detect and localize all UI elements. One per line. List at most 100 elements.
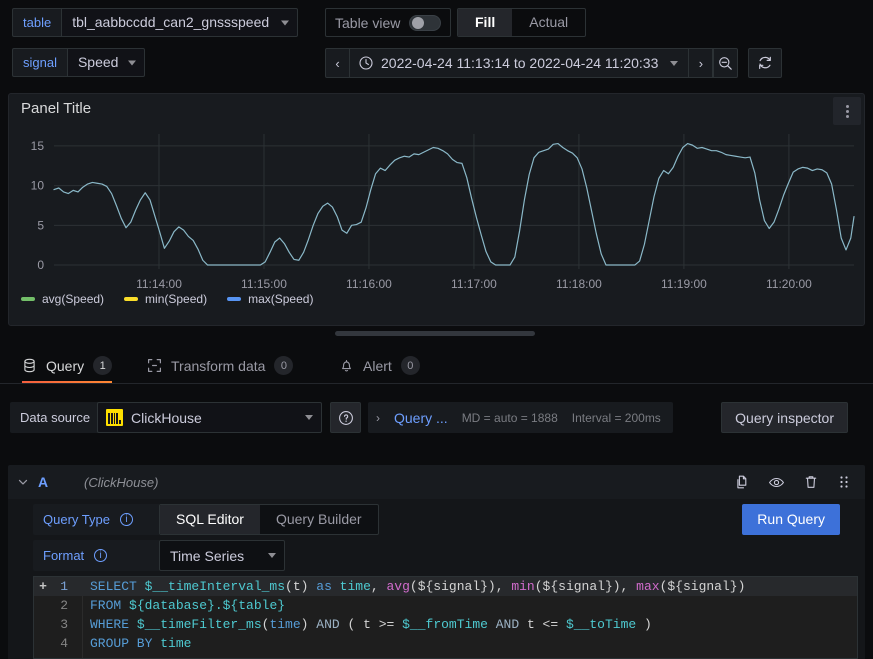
format-label: Format i [33,540,159,571]
time-range-button[interactable]: 2022-04-24 11:13:14 to 2022-04-24 11:20:… [350,48,689,78]
svg-text:11:20:00: 11:20:00 [766,277,812,291]
variable-table-label: table [12,8,62,37]
editor-tabs: Query 1 Transform data 0 Alert 0 [0,348,873,384]
panel-size-option-fill[interactable]: Fill [458,9,513,36]
query-options-label: Query ... [394,409,448,426]
chevron-down-icon [670,60,679,66]
legend-swatch [227,297,242,301]
data-source-help-button[interactable] [330,402,361,433]
interval-value: Interval = 200ms [571,410,661,425]
drag-handle-button[interactable] [837,474,851,490]
svg-text:11:19:00: 11:19:00 [661,277,707,291]
panel-menu-button[interactable] [833,97,861,125]
tabs-divider [0,383,873,384]
svg-text:10: 10 [31,179,45,193]
format-value: Time Series [170,547,245,564]
svg-text:11:16:00: 11:16:00 [346,277,392,291]
chevron-down-icon [281,20,290,25]
variable-table-select[interactable]: tbl_aabbccdd_can2_gnssspeed [61,8,299,37]
svg-text:11:15:00: 11:15:00 [241,277,287,291]
time-shift-forward-button[interactable]: › [688,48,714,78]
format-label-text: Format [43,548,85,563]
query-ref-id[interactable]: A [38,474,84,490]
sql-line-text: WHERE $__timeFilter_ms(time) AND ( t >= … [90,617,652,632]
query-options-row[interactable]: › Query ... MD = auto = 1888 Interval = … [368,402,673,433]
sql-line[interactable]: 4 GROUP BY time [34,634,857,653]
panel-title[interactable]: Panel Title [21,100,91,117]
tab-query[interactable]: Query 1 [22,348,113,383]
fold-marker-icon[interactable]: + [36,577,50,596]
legend-item[interactable]: min(Speed) [124,292,207,306]
variable-signal-select[interactable]: Speed [66,48,145,77]
copy-query-icon [737,475,747,489]
sql-line-text: FROM ${database}.${table} [90,598,286,613]
panel-horizontal-scrollbar[interactable] [335,331,535,336]
data-source-label: Data source [10,402,101,433]
hide-response-button[interactable] [768,474,785,491]
query-type-option-sql-editor[interactable]: SQL Editor [160,505,260,534]
data-source-name: ClickHouse [131,409,202,426]
table-view-toggle[interactable]: Table view [325,8,452,37]
panel-size-radio-group: Fill Actual [457,8,587,37]
remove-query-button[interactable] [803,474,819,490]
query-type-option-query-builder[interactable]: Query Builder [260,505,378,534]
switch-knob [412,16,425,29]
svg-text:5: 5 [37,218,44,232]
query-editor-body: Query Type i SQL Editor Query Builder Fo… [8,499,865,659]
chevron-down-icon [18,479,28,485]
copy-query-button[interactable] [734,474,750,490]
line-number: 3 [60,617,68,632]
sql-line[interactable]: +1 SELECT $__timeInterval_ms(t) as time, … [34,577,857,596]
table-view-switch[interactable] [409,14,442,31]
legend-item[interactable]: avg(Speed) [21,292,104,306]
refresh-dashboard-button[interactable] [748,48,783,78]
run-query-button[interactable]: Run Query [742,504,840,535]
time-range-value: 2022-04-24 11:13:14 to 2022-04-24 11:20:… [381,55,659,71]
chevron-down-icon [305,415,313,420]
zoom-out-icon [719,56,733,70]
panel-size-option-actual[interactable]: Actual [512,9,585,36]
info-icon[interactable]: i [94,549,108,562]
table-view-label: Table view [335,14,401,31]
svg-text:15: 15 [31,139,45,153]
chevron-right-icon: › [376,410,380,425]
legend-swatch [124,297,139,301]
variable-table-value: tbl_aabbccdd_can2_gnssspeed [72,14,270,30]
collapse-query-button[interactable] [8,476,38,488]
info-icon[interactable]: i [119,513,133,526]
legend-item[interactable]: max(Speed) [227,292,313,306]
chevron-down-icon [127,60,136,65]
tab-transform-data-label: Transform data [171,357,266,374]
sql-line[interactable]: 3 WHERE $__timeFilter_ms(time) AND ( t >=… [34,615,857,634]
line-number: 1 [60,579,68,594]
svg-text:11:17:00: 11:17:00 [451,277,497,291]
query-inspector-button[interactable]: Query inspector [721,402,848,433]
query-datasource-note: (ClickHouse) [84,474,159,490]
variable-signal: signal Speed [12,48,145,77]
zoom-out-time-button[interactable] [713,48,739,78]
visualization-panel: Panel Title 0 5 10 15 11:14:00 11:15:00 11:16:… [8,93,865,326]
tab-alert[interactable]: Alert 0 [339,348,420,383]
sql-line[interactable]: 2 FROM ${database}.${table} [34,596,857,615]
sql-code-lines: +1 SELECT $__timeInterval_ms(t) as time, … [34,577,857,653]
chevron-down-icon [268,553,276,558]
line-number: 4 [60,636,68,651]
query-type-field: Query Type i SQL Editor Query Builder [33,504,379,535]
svg-text:0: 0 [37,258,44,272]
time-shift-back-button[interactable]: ‹ [325,48,350,78]
tab-transform-data-badge: 0 [274,356,294,375]
variable-signal-label: signal [12,48,67,77]
refresh-icon [759,56,772,69]
tab-transform-data[interactable]: Transform data 0 [147,348,294,383]
format-field: Format i Time Series [33,540,285,571]
legend-label: avg(Speed) [42,292,105,306]
sql-code-editor[interactable]: +1 SELECT $__timeInterval_ms(t) as time, … [33,576,858,659]
tab-query-badge: 1 [93,356,113,375]
transform-icon [148,359,161,372]
query-row-header: A (ClickHouse) [8,465,865,499]
kebab-menu-icon [845,114,849,118]
format-select[interactable]: Time Series [159,540,285,571]
max-data-points-value: MD = auto = 1888 [461,410,558,425]
data-source-picker[interactable]: ClickHouse [97,402,322,433]
kebab-menu-icon [845,104,849,108]
